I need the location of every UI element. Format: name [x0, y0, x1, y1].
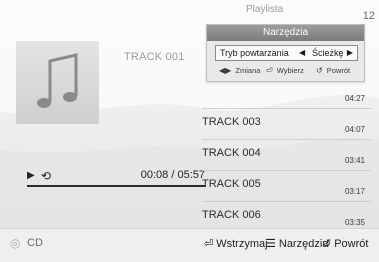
return-icon: ↺ [322, 238, 332, 250]
track-duration: 04:07 [344, 125, 365, 134]
tracklist: 04:27 TRACK 003 04:07 TRACK 004 03:41 TR… [202, 78, 371, 232]
track-name: TRACK 005 [202, 178, 261, 190]
disc-icon: ◎ [10, 236, 21, 250]
source-label: CD [27, 237, 43, 249]
repeat-mode-select[interactable]: Tryb powtarzania ◀ Ścieżkę ▶ [215, 45, 358, 61]
left-right-arrows-icon: ◀▶ [219, 66, 232, 75]
pause-button[interactable]: ⏎ Wstrzymaj [204, 237, 268, 250]
popup-title: Narzędzia [207, 25, 364, 41]
menu-icon: ☰ [266, 238, 276, 250]
tools-label: Narzędzia [278, 238, 329, 250]
hint-select-label: Wybierz [276, 66, 304, 75]
top-right-number: 12 [362, 10, 375, 22]
track-row[interactable]: TRACK 004 03:41 [202, 140, 371, 171]
current-track-title: TRACK 001 [124, 51, 185, 63]
enter-icon: ⏎ [266, 66, 273, 75]
pause-label: Wstrzymaj [216, 238, 268, 250]
hint-select: ⏎ Wybierz [266, 66, 304, 75]
music-note-icon [37, 53, 78, 108]
repeat-mode-label: Tryb powtarzania [220, 48, 289, 58]
track-duration: 04:27 [344, 94, 365, 103]
track-duration: 03:35 [344, 218, 365, 227]
hint-return-label: Powrót [326, 66, 351, 75]
time-display: 00:08 / 05:57 [140, 169, 205, 181]
track-row[interactable]: TRACK 003 04:07 [202, 109, 371, 140]
hint-change-label: Zmiana [235, 66, 261, 75]
enter-icon: ⏎ [204, 238, 214, 250]
play-icon[interactable]: ▶ [27, 170, 35, 181]
tools-popup: Narzędzia Tryb powtarzania ◀ Ścieżkę ▶ ◀… [206, 24, 365, 82]
arrow-left-icon[interactable]: ◀ [299, 48, 305, 57]
popup-hints: ◀▶ Zmiana ⏎ Wybierz ↺ Powrót [207, 65, 364, 79]
bottom-bar: ◎ CD ⏎ Wstrzymaj ☰ Narzędzia ↺ Powrót [0, 228, 379, 262]
hint-change: ◀▶ Zmiana [219, 66, 260, 75]
track-duration: 03:17 [344, 187, 365, 196]
track-name: TRACK 003 [202, 116, 261, 128]
repeat-mode-value: Ścieżkę [312, 48, 344, 58]
back-label: Powrót [334, 238, 369, 250]
track-name: TRACK 006 [202, 209, 261, 221]
track-row[interactable]: TRACK 005 03:17 [202, 171, 371, 202]
progress-line [27, 185, 205, 187]
playlist-label: Playlista [246, 4, 284, 15]
track-name: TRACK 004 [202, 147, 261, 159]
player-screen: Playlista 12 TRACK 001 ▶ ⟲ 00:08 / 05:57… [0, 0, 379, 262]
track-duration: 03:41 [344, 156, 365, 165]
hint-return: ↺ Powrót [316, 66, 350, 75]
repeat-icon[interactable]: ⟲ [41, 169, 51, 183]
back-button[interactable]: ↺ Powrót [322, 237, 368, 250]
playback-controls: ▶ ⟲ 00:08 / 05:57 [27, 169, 205, 183]
album-art [16, 41, 99, 124]
tools-button[interactable]: ☰ Narzędzia [266, 237, 328, 250]
track-row[interactable]: 04:27 [202, 78, 371, 109]
return-icon: ↺ [316, 66, 323, 75]
arrow-right-icon[interactable]: ▶ [347, 48, 353, 57]
